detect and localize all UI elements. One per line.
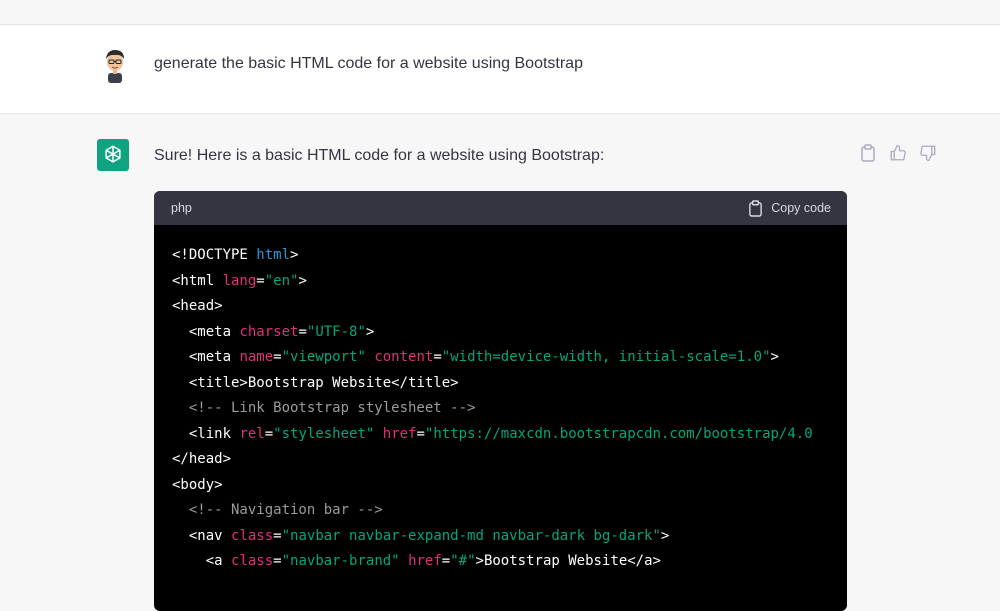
code-token: > (770, 349, 779, 365)
thumbs-up-icon[interactable] (888, 143, 908, 163)
code-token: <meta (172, 349, 240, 365)
code-header: php Copy code (154, 191, 847, 225)
code-token: "UTF-8" (306, 323, 366, 340)
code-token: = (256, 272, 265, 289)
user-message-row: generate the basic HTML code for a websi… (0, 25, 1000, 114)
code-block: php Copy code <!DOCTYPE html> <html lang=… (154, 191, 847, 611)
code-token: = (433, 349, 442, 365)
code-token: href (408, 553, 442, 569)
code-line: <!DOCTYPE html> (172, 243, 847, 269)
code-token: "navbar navbar-expand-md navbar-dark bg-… (281, 527, 661, 544)
code-token: > (365, 323, 375, 340)
code-line: <link rel="stylesheet" href="https://max… (172, 422, 847, 448)
code-line: </head> (172, 447, 847, 473)
code-token: <head> (172, 298, 223, 314)
avatar-cartoon-icon (106, 50, 124, 83)
code-token: = (264, 425, 274, 442)
code-language-label: php (171, 201, 192, 215)
code-token: class (231, 527, 274, 544)
code-token: > (475, 553, 484, 569)
code-token: <a (172, 553, 232, 569)
code-token: "en" (264, 272, 299, 289)
code-token: <!DOCTYPE (172, 247, 257, 263)
code-token: <!-- Navigation bar --> (172, 502, 383, 518)
assistant-message-row: Sure! Here is a basic HTML code for a we… (0, 114, 1000, 611)
code-token: </title> (391, 374, 459, 391)
code-token: <html (172, 272, 223, 289)
copy-icon[interactable] (858, 143, 878, 163)
code-token: <body> (172, 476, 223, 493)
message-actions (858, 143, 938, 163)
code-line: <head> (172, 294, 847, 320)
code-token: charset (239, 323, 299, 340)
code-token: "#" (450, 553, 476, 569)
code-line: <nav class="navbar navbar-expand-md navb… (172, 524, 847, 550)
code-token: content (374, 349, 434, 365)
code-token: <title> (172, 374, 248, 391)
assistant-logo (97, 139, 129, 171)
code-line: <!-- Link Bootstrap stylesheet --> (172, 396, 847, 422)
code-token: Bootstrap Website (247, 374, 392, 391)
code-token: = (298, 323, 307, 340)
user-avatar (98, 47, 132, 83)
code-token: html (256, 247, 291, 263)
copy-code-label: Copy code (771, 201, 831, 215)
code-line: <meta charset="UTF-8"> (172, 320, 847, 346)
code-token: "https://maxcdn.bootstrapcdn.com/bootstr… (424, 425, 813, 442)
code-token: <nav (172, 527, 232, 544)
code-line: <body> (172, 473, 847, 499)
assistant-intro-text: Sure! Here is a basic HTML code for a we… (154, 147, 605, 164)
code-token: rel (239, 425, 265, 442)
code-token: "navbar-brand" (281, 553, 400, 569)
code-token: = (441, 553, 451, 569)
code-token: > (298, 272, 307, 289)
code-line: <html lang="en"> (172, 269, 847, 295)
code-token: > (660, 527, 670, 544)
code-token: </head> (172, 451, 232, 467)
code-token: "viewport" (281, 349, 366, 365)
openai-logo-icon (105, 145, 121, 163)
code-token: href (382, 425, 417, 442)
code-token: "stylesheet" (273, 425, 375, 442)
code-token: lang (222, 272, 257, 289)
code-line: <meta name="viewport" content="width=dev… (172, 345, 847, 371)
code-token: "width=device-width, initial-scale=1.0" (441, 349, 771, 365)
user-prompt-text: generate the basic HTML code for a websi… (154, 55, 583, 72)
code-token: <link (172, 425, 240, 442)
code-line: <!-- Navigation bar --> (172, 498, 847, 524)
thumbs-down-icon[interactable] (918, 143, 938, 163)
code-token: </a> (627, 553, 661, 569)
copy-code-button[interactable]: Copy code (748, 199, 831, 217)
code-token: Bootstrap Website (483, 553, 628, 569)
code-line: <title>Bootstrap Website</title> (172, 371, 847, 397)
code-token: = (273, 527, 282, 544)
code-token: class (231, 553, 274, 569)
code-line: <a class="navbar-brand" href="#">Bootstr… (172, 549, 847, 575)
code-token: > (290, 247, 299, 263)
code-token: <!-- Link Bootstrap stylesheet --> (172, 400, 476, 416)
code-token: = (416, 425, 425, 442)
top-strip (0, 0, 1000, 25)
clipboard-icon (749, 199, 763, 217)
code-content: <!DOCTYPE html> <html lang="en"> <head> <m… (154, 225, 847, 575)
code-token: = (273, 349, 282, 365)
code-token: name (239, 349, 274, 365)
code-token: = (273, 553, 282, 569)
code-token: <meta (172, 323, 240, 340)
